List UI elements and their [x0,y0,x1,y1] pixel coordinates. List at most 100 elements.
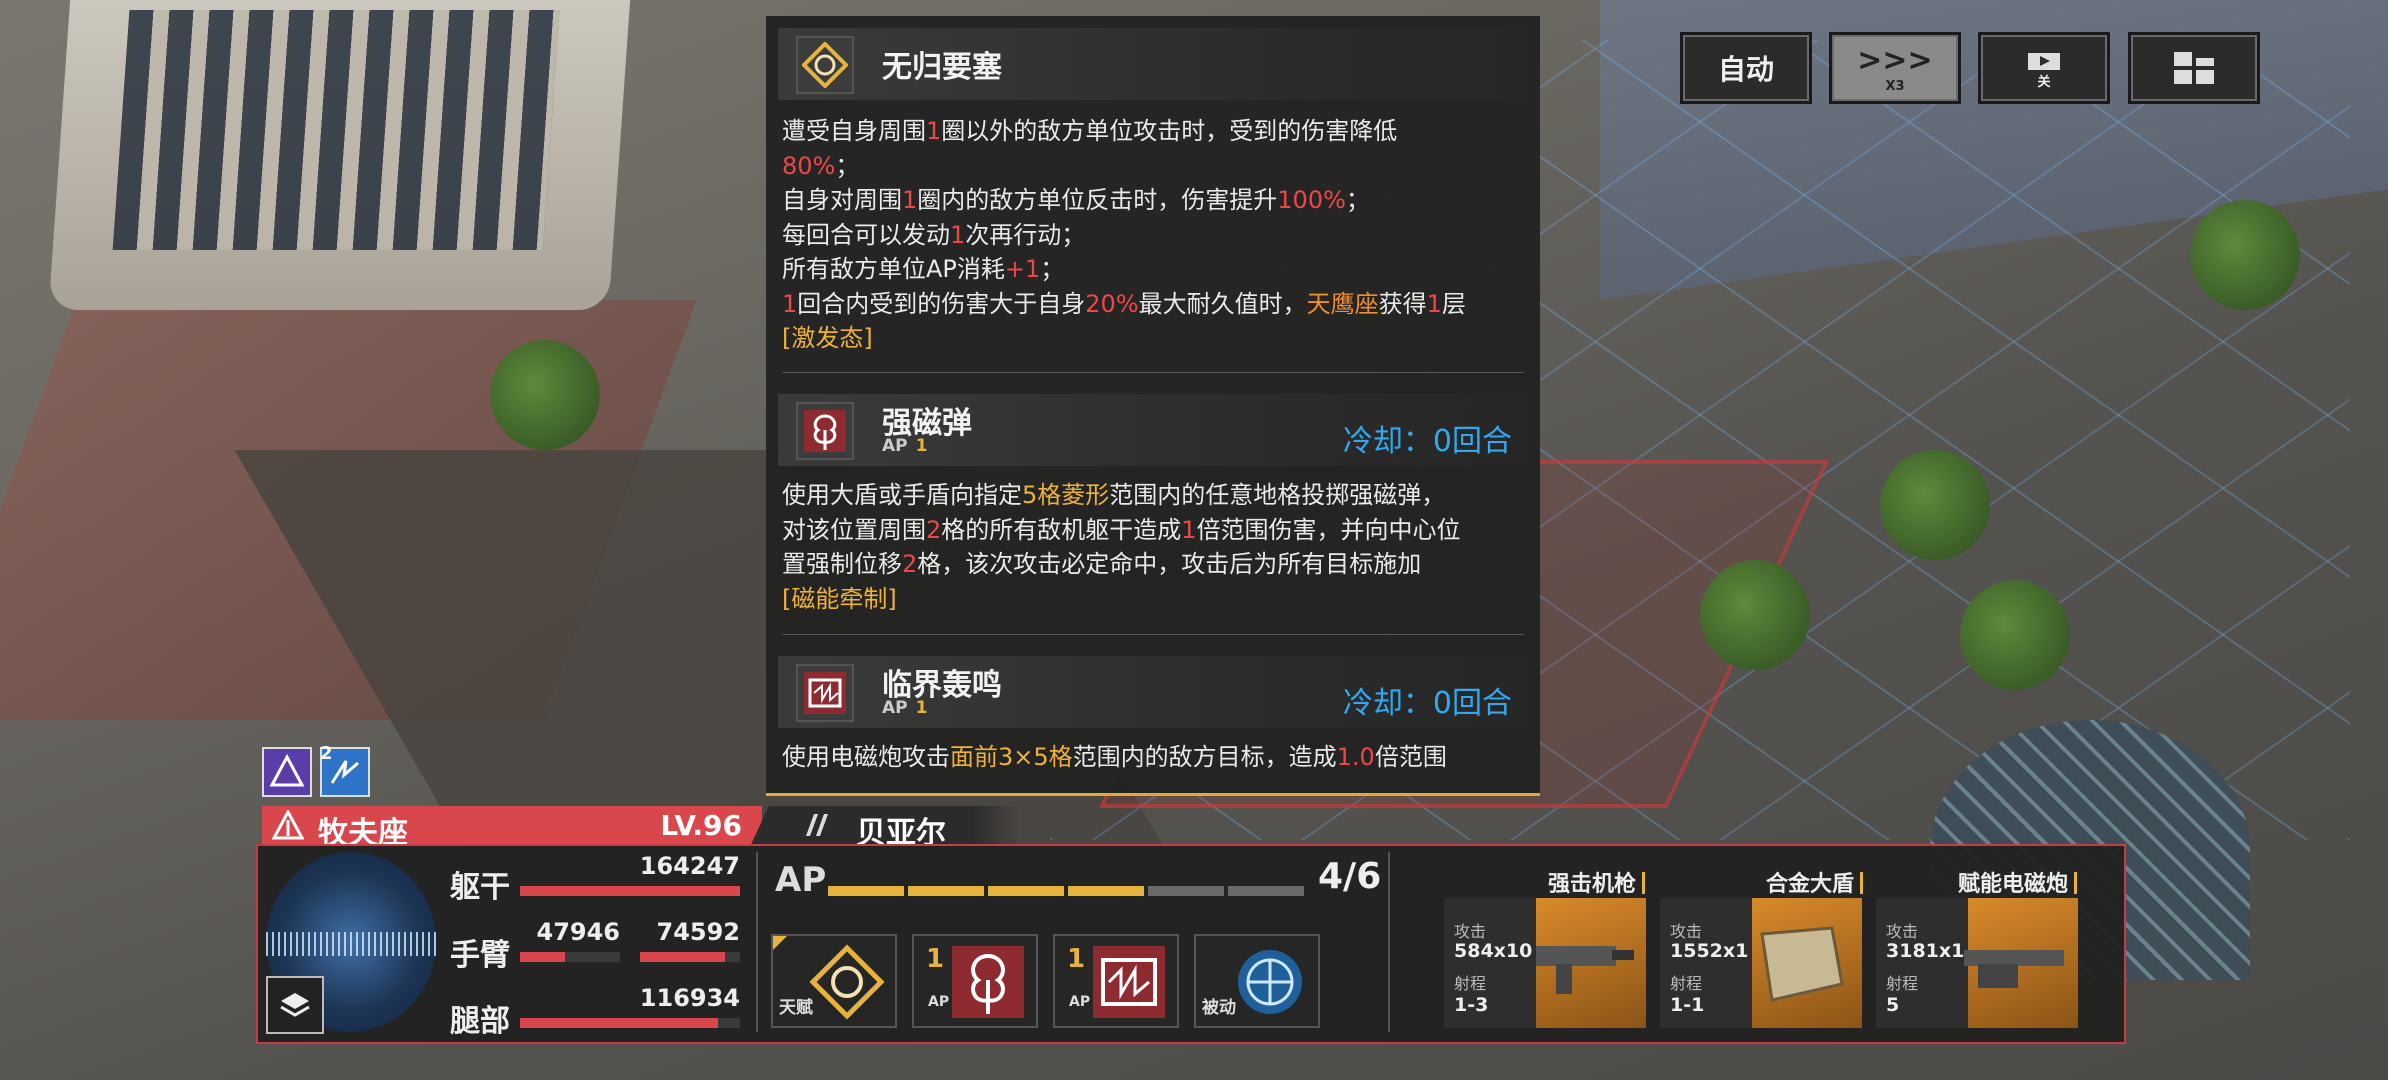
attack-label: 攻击 [1670,922,1703,941]
description-line: 1回合内受到的伤害大于自身20%最大耐久值时，天鹰座获得1层 [782,289,1466,318]
ap-label: AP [775,860,827,900]
range-value: 1-3 [1454,994,1489,1016]
weapon-name: 赋能电磁炮 [1958,866,2077,898]
attack-value: 3181x1 [1886,940,1965,962]
ap-segment [1068,886,1144,896]
description-line: 80%； [782,151,860,180]
skill-ap-cost: 1 [1067,944,1086,974]
divider [1388,852,1390,1032]
weapon-card-shield[interactable]: 攻击 1552x1 射程 1-1 [1660,898,1862,1028]
hotel-building [48,0,632,310]
right-arm-hp-value: 74592 [656,918,741,946]
ap-segment [908,886,984,896]
attack-value: 584x10 [1454,940,1533,962]
talent-emblem-icon [796,36,854,94]
auto-battle-label: 自动 [1717,53,1774,86]
buff-stack-count: 2 [320,743,333,764]
talent-skill-button[interactable]: 天赋 [771,934,897,1028]
tree [490,340,600,450]
torso-hp-value: 164247 [639,852,740,880]
cinematic-toggle-button[interactable]: 关 [1978,32,2110,104]
unit-level: LV.96 [660,809,742,842]
talent-description: 遭受自身周围1圈以外的敌方单位攻击时，受到的伤害降低 80%； 自身对周围1圈内的敌… [782,114,1528,356]
layer-toggle-button[interactable] [266,976,324,1034]
railgun-icon [796,664,854,722]
skill2-cooldown: 冷却：0回合 [1342,686,1512,721]
attack-label: 攻击 [1886,922,1919,941]
description-line: [磁能牵制] [782,584,897,613]
description-line: 置强制位移2格，该次攻击必定命中，攻击后为所有目标施加 [782,550,1422,578]
skill1-description: 使用大盾或手盾向指定5格菱形范围内的任意地格投掷强磁弹， 对该位置周围2格的所有敌… [782,478,1528,616]
leg-hp-bar [520,1018,740,1028]
skill-ap-label: AP [928,994,950,1010]
weapon-name: 合金大盾 [1766,866,1863,898]
torso-hp-bar [520,886,740,896]
weapon-name: 强击机枪 [1548,866,1645,898]
weapon-card-railgun[interactable]: 攻击 3181x1 射程 5 [1876,898,2078,1028]
talent-button-label: 天赋 [779,998,813,1018]
buff-icon[interactable]: 2 [320,743,370,797]
skill-tooltip: 无归要塞 遭受自身周围1圈以外的敌方单位攻击时，受到的伤害降低 80%； 自身对周围… [766,16,1540,796]
attack-value: 1552x1 [1670,940,1749,962]
left-arm-hp-value: 47946 [536,918,621,946]
divider [756,852,758,1032]
divider [782,634,1524,635]
skill-ap-cost: 1 [926,944,945,974]
film-icon [2028,49,2060,70]
railgun-skill-button[interactable]: 1 AP [1053,934,1179,1028]
range-label: 射程 [1886,974,1919,993]
ap-segment [828,886,904,896]
skill2-description: 使用电磁炮攻击面前3×5格范围内的敌方目标，造成1.0倍范围 [782,740,1528,775]
skill2-ap: AP 1 [882,698,928,718]
buff-icon[interactable] [262,747,312,797]
corner-marker [773,936,787,950]
description-line: [激发态] [782,324,873,352]
range-value: 5 [1886,994,1900,1016]
auto-battle-button[interactable]: 自动 [1680,32,1812,104]
passive-button-label: 被动 [1202,998,1236,1018]
talent-name: 无归要塞 [882,50,1002,85]
tree [1880,450,1990,560]
grid-icon [2174,52,2214,84]
ap-segment [988,886,1064,896]
menu-button[interactable] [2128,32,2260,104]
arm-label: 手臂 [450,938,510,973]
description-line: 使用电磁炮攻击面前3×5格范围内的敌方目标，造成1.0倍范围 [782,743,1447,771]
magnet-bomb-icon [796,402,854,460]
left-arm-hp-bar [520,952,620,962]
skill2-header: 临界轰鸣 AP 1 冷却：0回合 [778,656,1528,728]
skill1-cooldown: 冷却：0回合 [1342,424,1512,459]
shield-icon [1760,926,1844,1002]
pilot-name-bar[interactable]: 贝亚尔 [780,806,1020,851]
unit-name-bar: 牧夫座 LV.96 [262,806,762,851]
skill-ap-label: AP [1069,994,1091,1010]
speed-button[interactable]: >>> X3 [1829,32,1961,104]
fast-forward-icon: >>> [1857,43,1933,78]
description-line: 自身对周围1圈内的敌方单位反击时，伤害提升100%； [782,186,1370,214]
pilot-icon [806,814,828,836]
ap-segment [1228,886,1304,896]
tree [1960,580,2070,690]
attack-label: 攻击 [1454,922,1487,941]
skill1-header: 强磁弹 AP 1 冷却：0回合 [778,394,1528,466]
description-line: 使用大盾或手盾向指定5格菱形范围内的任意地格投掷强磁弹， [782,481,1446,509]
magnet-bomb-skill-button[interactable]: 1 AP [912,934,1038,1028]
magnet-bomb-icon [952,946,1024,1018]
description-line: 遭受自身周围1圈以外的敌方单位攻击时，受到的伤害降低 [782,117,1398,145]
ap-segment [1148,886,1224,896]
talent-emblem-icon [809,944,885,1020]
torso-label: 躯干 [450,870,510,905]
leg-label: 腿部 [450,1004,510,1039]
machine-gun-icon [1536,946,1634,994]
weapon-card-machine-gun[interactable]: 攻击 584x10 射程 1-3 [1444,898,1646,1028]
tree [1700,560,1810,670]
leg-hp-value: 116934 [639,984,740,1012]
range-value: 1-1 [1670,994,1705,1016]
passive-skill-button[interactable]: 被动 [1194,934,1320,1028]
ap-count: 4/6 [1318,856,1382,897]
range-label: 射程 [1454,974,1487,993]
railgun-weapon-icon [1964,950,2064,988]
description-line: 所有敌方单位AP消耗+1； [782,255,1065,283]
cinematic-label: 关 [2037,74,2051,90]
passive-circuit-icon [1238,950,1302,1014]
